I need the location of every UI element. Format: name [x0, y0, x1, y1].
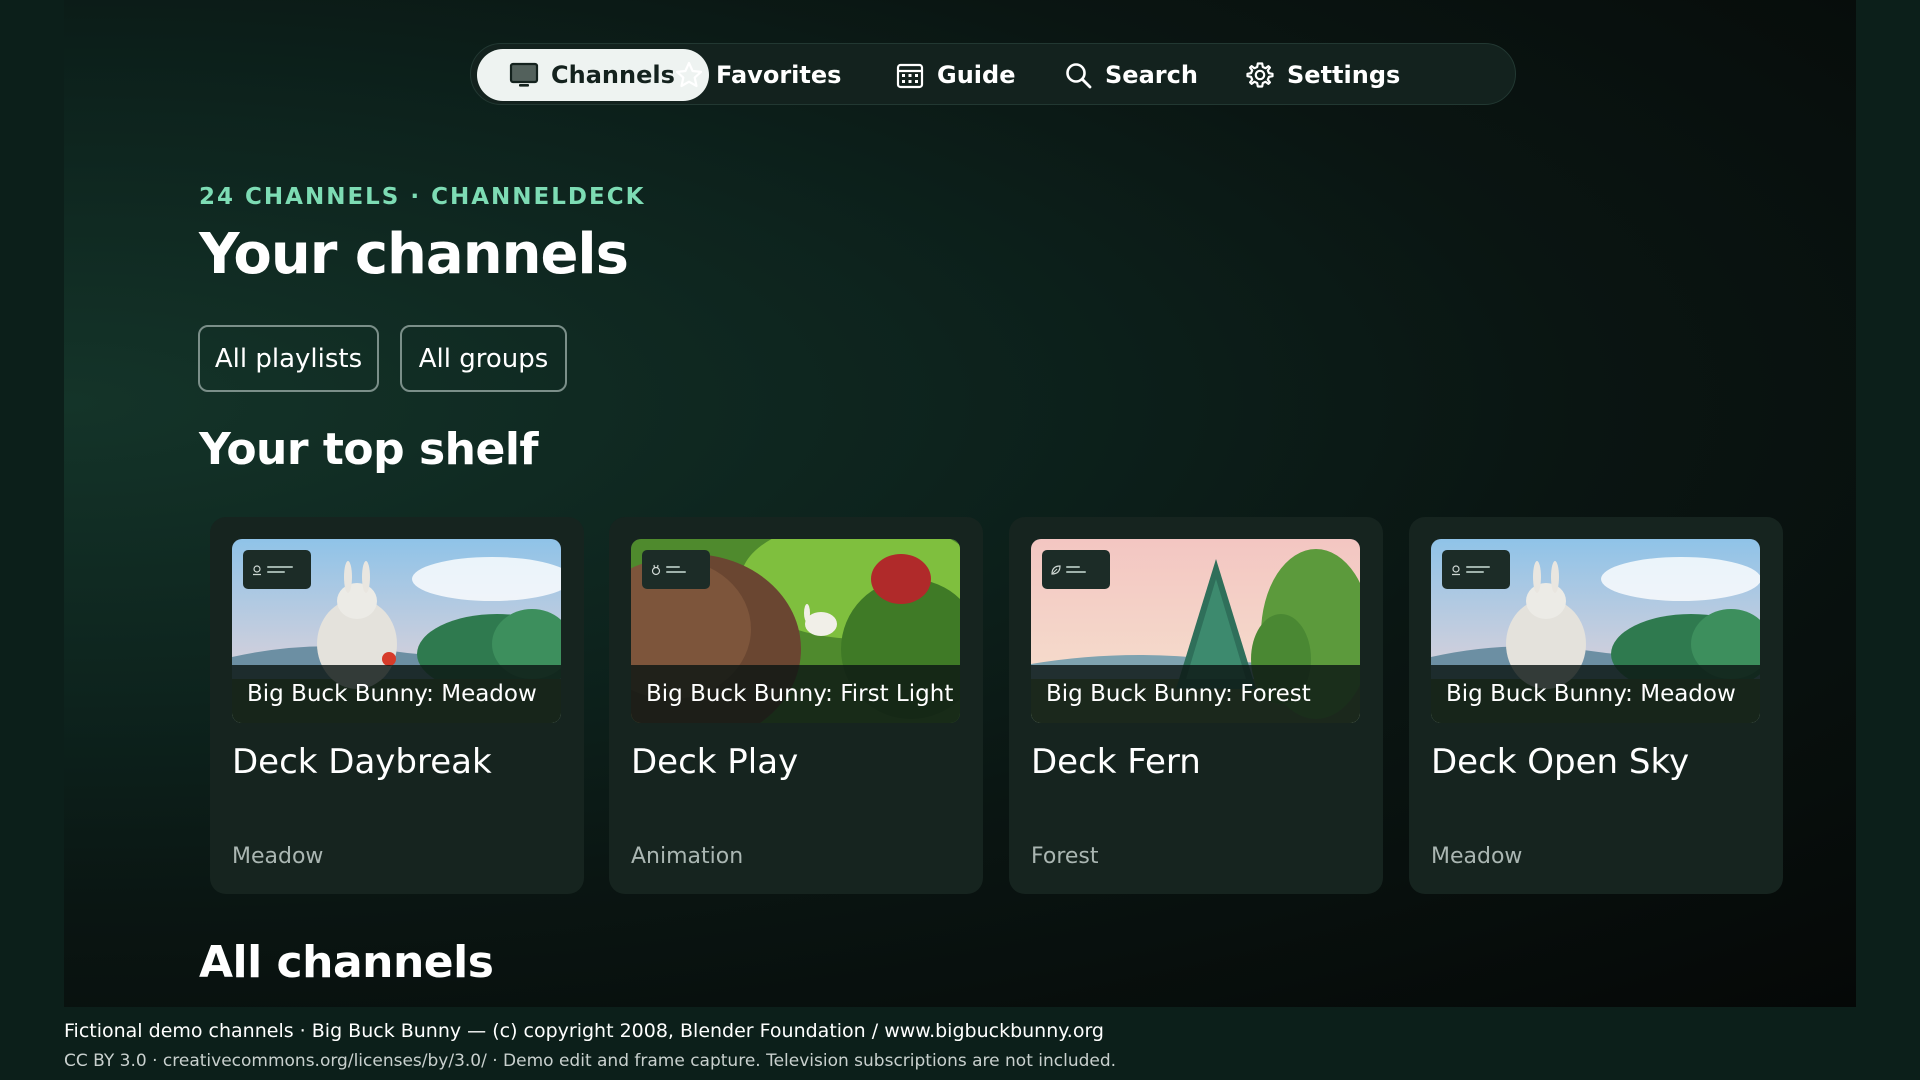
channel-group: Meadow: [232, 844, 324, 869]
channel-logo-icon: [253, 564, 261, 575]
now-playing-label: Big Buck Bunny: Forest: [1031, 665, 1360, 723]
channel-name: Deck Daybreak: [232, 742, 492, 782]
tab-search[interactable]: Search: [1063, 49, 1198, 101]
channel-name: Deck Fern: [1031, 742, 1201, 782]
search-icon: [1066, 63, 1092, 89]
footer-credits: Fictional demo channels · Big Buck Bunny…: [64, 1020, 1104, 1042]
channel-thumbnail: Big Buck Bunny: Meadow: [1431, 539, 1760, 723]
tab-label: Search: [1105, 61, 1198, 89]
tv-icon: [509, 62, 539, 87]
channel-card-deck-daybreak[interactable]: Big Buck Bunny: Meadow Deck Daybreak Mea…: [210, 517, 584, 894]
channel-thumbnail: Big Buck Bunny: Meadow: [232, 539, 561, 723]
channel-card-deck-play[interactable]: Big Buck Bunny: First Light Deck Play An…: [609, 517, 983, 894]
main-stage: Channels Favorites Guide Search Settings…: [64, 0, 1856, 1007]
page-title: Your channels: [199, 222, 629, 287]
all-groups-filter[interactable]: All groups: [400, 325, 567, 392]
now-playing-label: Big Buck Bunny: Meadow: [232, 665, 561, 723]
tab-guide[interactable]: Guide: [895, 49, 1015, 101]
channel-group: Forest: [1031, 844, 1099, 869]
footer-license: CC BY 3.0 · creativecommons.org/licenses…: [64, 1051, 1117, 1071]
gear-icon: [1246, 62, 1274, 88]
tab-label: Guide: [937, 61, 1016, 89]
channel-logo-badge: [642, 550, 710, 589]
tab-label: Favorites: [716, 61, 842, 89]
channel-thumbnail: Big Buck Bunny: Forest: [1031, 539, 1360, 723]
now-playing-label: Big Buck Bunny: First Light: [631, 665, 960, 723]
tab-settings[interactable]: Settings: [1245, 49, 1400, 101]
star-icon: [675, 61, 703, 88]
leaf-icon: [1051, 564, 1061, 575]
channel-logo-badge: [243, 550, 311, 589]
channel-logo-icon: [651, 564, 661, 575]
top-nav: Channels Favorites Guide Search Settings: [470, 43, 1516, 105]
all-channels-heading: All channels: [199, 937, 494, 988]
top-shelf-heading: Your top shelf: [199, 424, 539, 475]
channel-card-deck-fern[interactable]: Big Buck Bunny: Forest Deck Fern Forest: [1009, 517, 1383, 894]
channel-logo-badge: [1042, 550, 1110, 589]
channel-thumbnail: Big Buck Bunny: First Light: [631, 539, 960, 723]
tab-label: Settings: [1287, 61, 1401, 89]
channel-count-eyebrow: 24 CHANNELS · CHANNELDECK: [199, 184, 646, 210]
all-playlists-filter[interactable]: All playlists: [198, 325, 379, 392]
channel-logo-icon: [1452, 564, 1460, 575]
channel-group: Animation: [631, 844, 744, 869]
calendar-icon: [896, 63, 924, 89]
channel-card-deck-open-sky[interactable]: Big Buck Bunny: Meadow Deck Open Sky Mea…: [1409, 517, 1783, 894]
channel-logo-badge: [1442, 550, 1510, 589]
tab-favorites[interactable]: Favorites: [674, 49, 841, 101]
channel-group: Meadow: [1431, 844, 1523, 869]
channel-name: Deck Open Sky: [1431, 742, 1690, 782]
tab-label: Channels: [551, 61, 675, 89]
channel-name: Deck Play: [631, 742, 799, 782]
now-playing-label: Big Buck Bunny: Meadow: [1431, 665, 1760, 723]
